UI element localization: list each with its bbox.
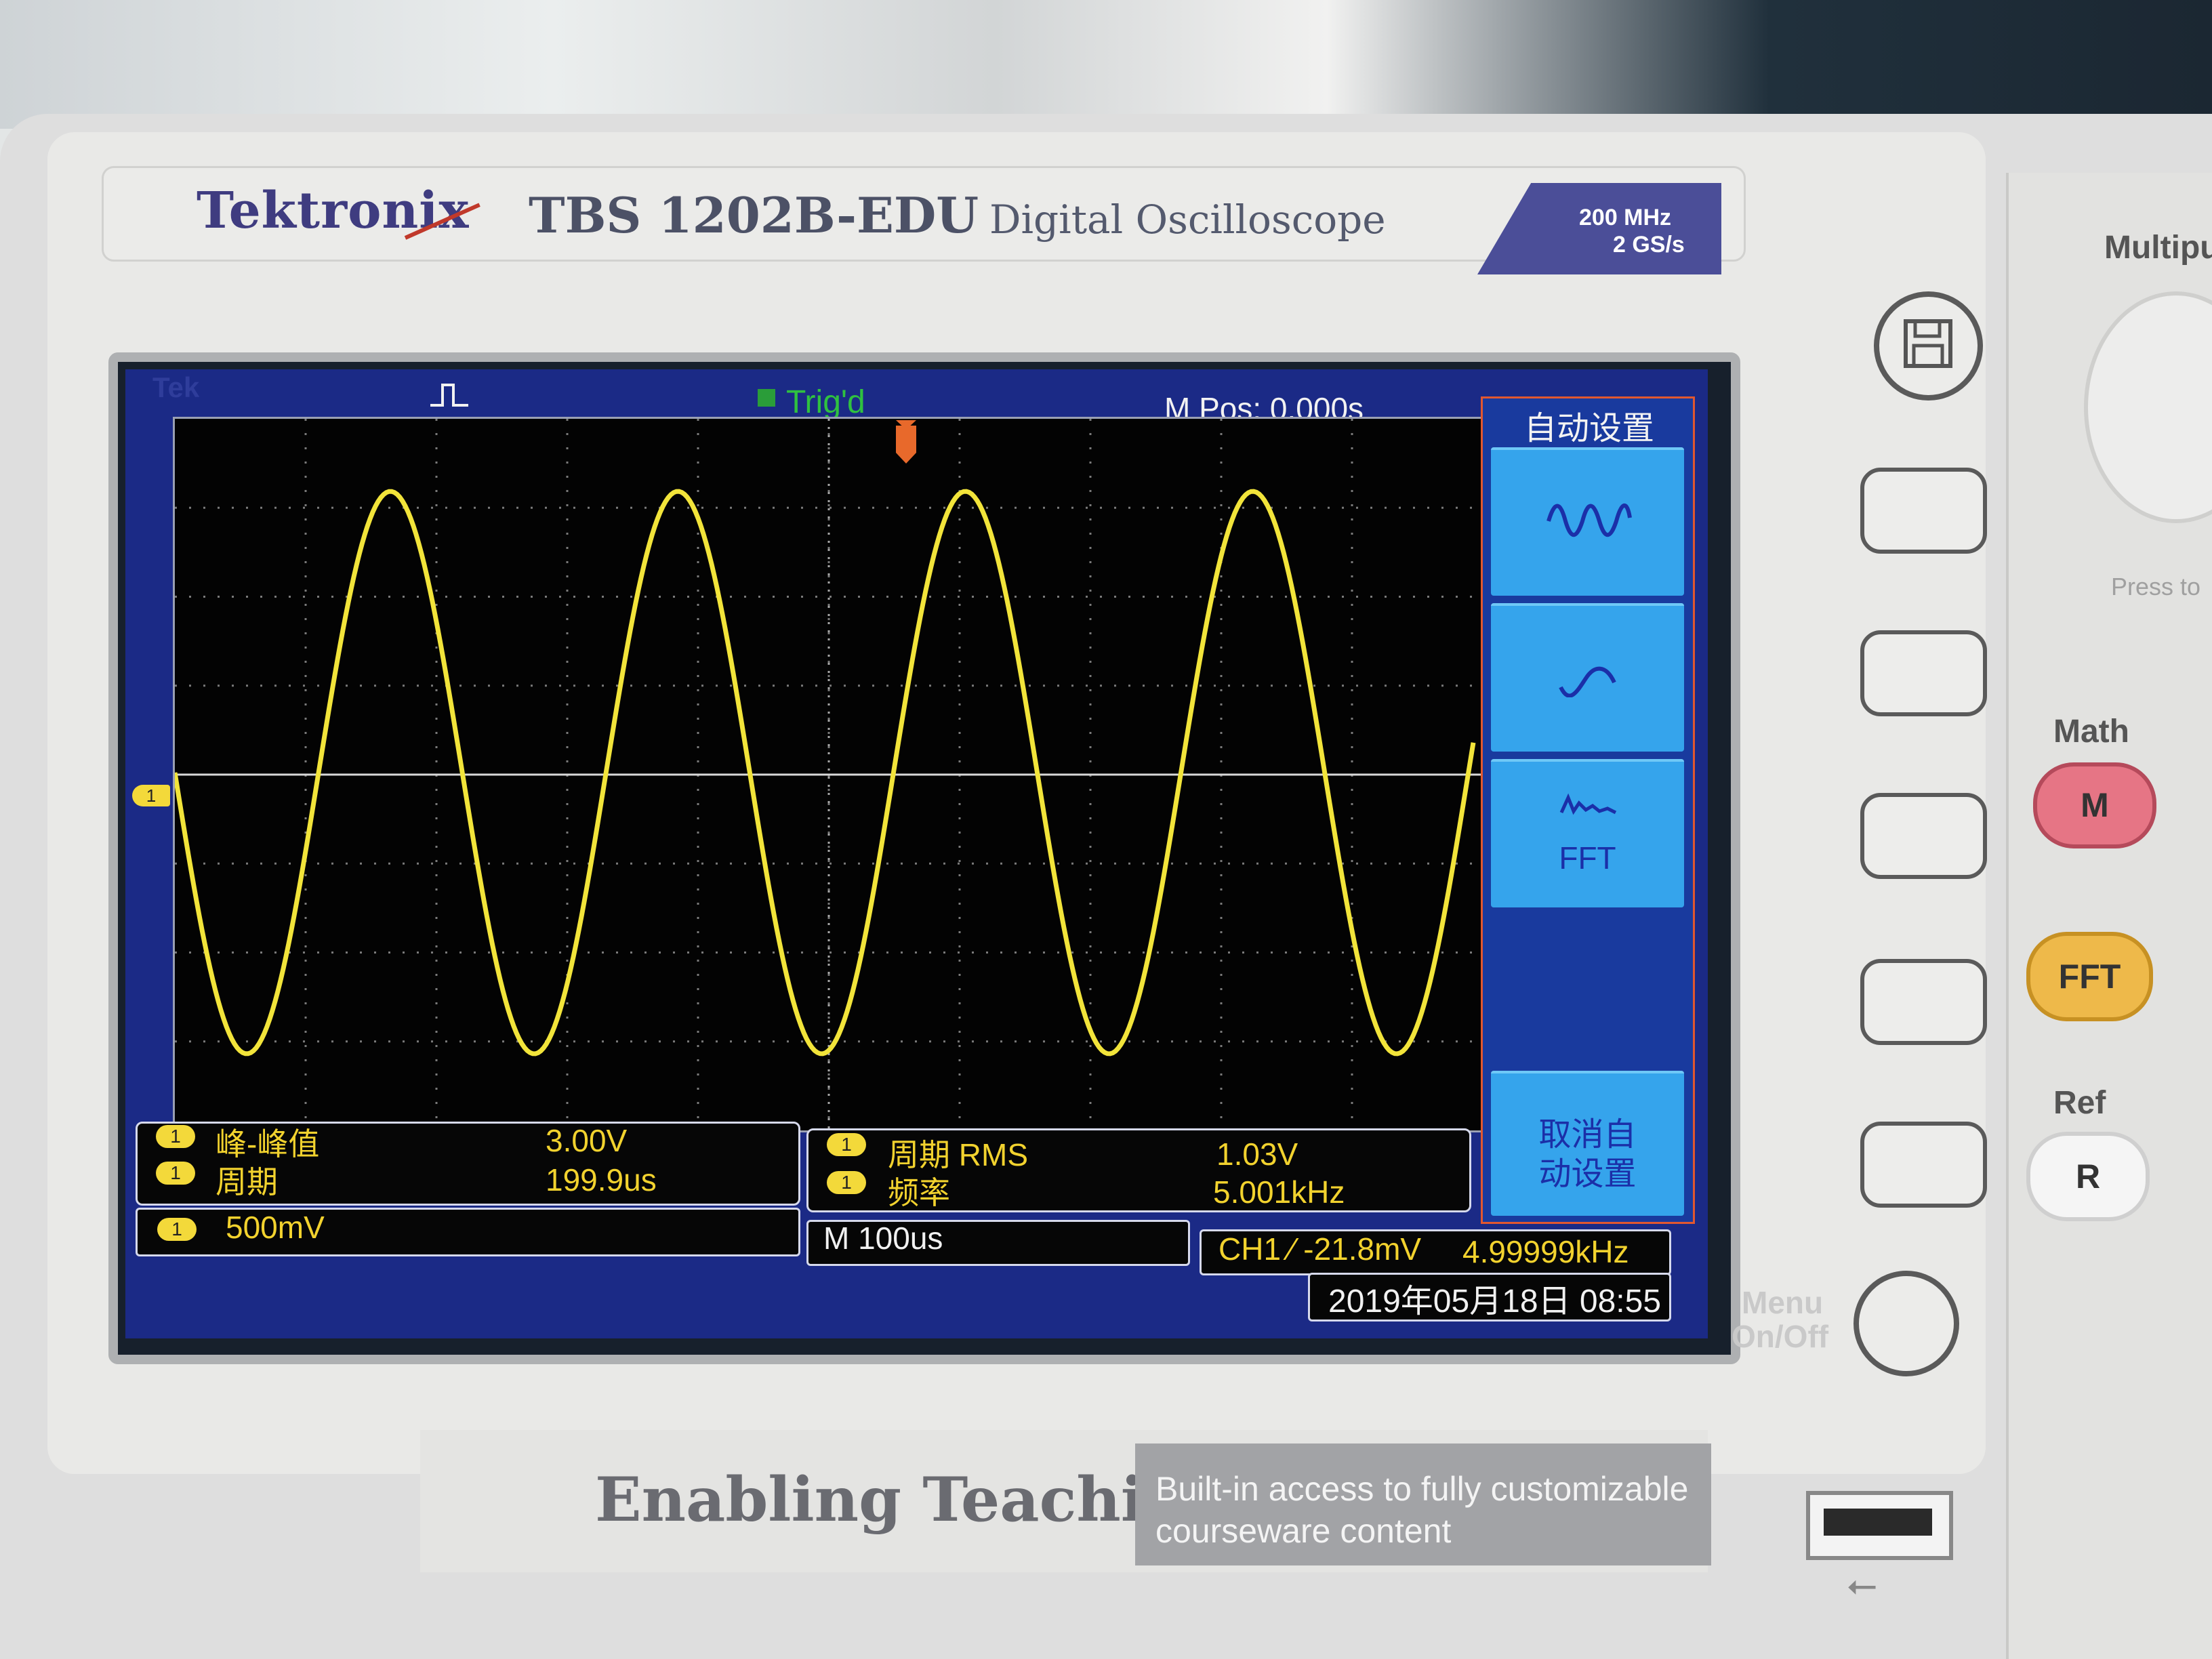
press-to-label: Press to [2111,573,2201,600]
single-cycle-wave-icon [1559,666,1616,697]
meas-value-vpp: 3.00V [546,1123,628,1158]
fft-menu-label: FFT [1559,840,1616,876]
option-button-3[interactable] [1860,793,1987,879]
tek-label: Tek [152,371,200,403]
menu-onoff-label-1: Menu [1742,1285,1824,1320]
meas-value-rms: 1.03V [1216,1136,1298,1172]
datetime: 2019年05月18日 08:55 [1328,1284,1662,1319]
math-label: Math [2053,714,2129,750]
ref-button[interactable]: R [2026,1132,2150,1221]
trigger-frequency: 4.99999kHz [1462,1234,1629,1269]
ch1-chip: 1 [156,1162,195,1185]
waveform-display [175,419,1483,1130]
timebase: M 100us [823,1221,943,1256]
fft-wave-icon [1559,793,1617,815]
spec-bandwidth: 200 MHz [1579,205,1672,230]
ch1-scale: 500mV [226,1210,325,1245]
brand-logo: Tektronix [197,182,470,240]
multipurpose-label: Multipu [2104,230,2212,266]
save-button[interactable] [1874,291,1983,401]
option-button-1[interactable] [1860,468,1987,554]
ch1-chip: 1 [156,1125,195,1148]
spec-samplerate: 2 GS/s [1613,232,1685,258]
meas-label-period: 周期 [216,1164,278,1200]
menu-onoff-button[interactable] [1853,1271,1959,1376]
ch1-chip: 1 [827,1171,866,1194]
ch1-level-marker: 1 [132,785,170,806]
meas-value-frequency: 5.001kHz [1213,1174,1345,1210]
trigger-status: Trig'd [786,384,865,420]
ch1-chip: 1 [157,1218,197,1241]
device-subtitle: Digital Oscilloscope [989,197,1386,243]
menu-item-undo-autoset[interactable]: 取消自 动设置 [1491,1071,1684,1216]
trigger-level: CH1 ⁄ -21.8mV [1218,1231,1422,1267]
meas-value-period: 199.9us [546,1162,657,1197]
math-button[interactable]: M [2033,762,2156,848]
option-button-4[interactable] [1860,959,1987,1045]
ch1-waveform-trace [175,489,1476,1057]
menu-item-single-cycle[interactable] [1491,603,1684,752]
background-scene [0,0,2212,129]
menu-item-multi-cycle[interactable] [1491,447,1684,596]
undo-autoset-line2: 动设置 [1538,1156,1637,1192]
option-button-5[interactable] [1860,1122,1987,1208]
option-button-2[interactable] [1860,630,1987,716]
fft-button[interactable]: FFT [2026,932,2153,1021]
menu-title: 自动设置 [1523,411,1654,447]
courseware-line-2: courseware content [1155,1512,1452,1550]
courseware-line-1: Built-in access to fully customizable [1155,1470,1689,1508]
trigger-position-marker [896,420,916,464]
save-icon [1903,319,1952,368]
pulse-trigger-icon [430,384,468,407]
trigger-status-icon [758,389,775,407]
ch1-chip: 1 [827,1133,866,1156]
multi-cycle-wave-icon [1547,503,1632,537]
model-name: TBS 1202B-EDU [529,186,979,244]
graticule [173,417,1485,1132]
ref-label: Ref [2053,1085,2106,1121]
menu-onoff-label-2: On/Off [1732,1319,1829,1354]
usb-icon: ⭠ [1847,1563,1877,1605]
meas-label-frequency: 频率 [888,1175,950,1210]
usb-port[interactable] [1806,1491,1953,1560]
menu-item-fft[interactable]: FFT [1491,759,1684,907]
